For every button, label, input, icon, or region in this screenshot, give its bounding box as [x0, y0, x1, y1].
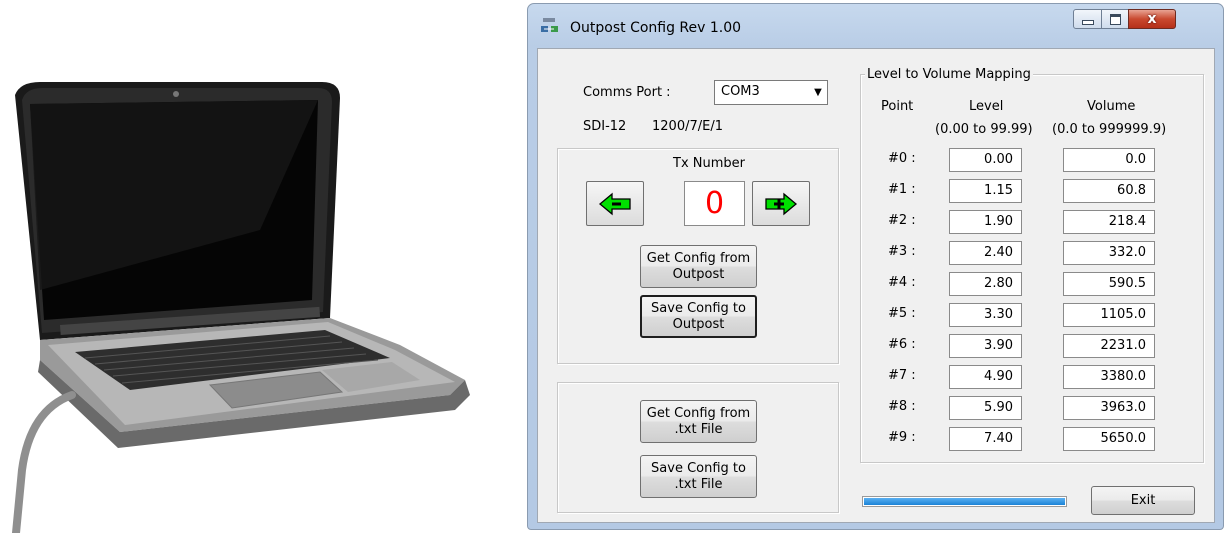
point-label: #6 :	[888, 337, 916, 352]
point-label: #4 :	[888, 275, 916, 290]
arrow-left-minus-icon	[598, 192, 631, 215]
sdi-label: SDI-12	[583, 119, 627, 134]
sdi-settings: 1200/7/E/1	[652, 119, 723, 134]
level-input[interactable]: 5.90	[949, 396, 1022, 420]
level-input[interactable]: 2.40	[949, 241, 1022, 265]
comms-port-label: Comms Port :	[583, 85, 671, 100]
maximize-icon	[1109, 13, 1121, 25]
get-config-file-button[interactable]: Get Config from .txt File	[640, 400, 757, 443]
next-tx-button[interactable]	[752, 181, 810, 226]
level-input[interactable]: 1.15	[949, 179, 1022, 203]
tx-number-display: 0	[684, 181, 745, 226]
laptop-illustration	[0, 0, 500, 533]
save-config-file-label: Save Config to .txt File	[651, 460, 746, 492]
save-config-file-button[interactable]: Save Config to .txt File	[640, 455, 757, 498]
comms-port-value: COM3	[721, 84, 760, 99]
tx-number-label: Tx Number	[673, 156, 745, 171]
save-config-outpost-label: Save Config to Outpost	[651, 300, 746, 332]
point-label: #9 :	[888, 430, 916, 445]
point-label: #5 :	[888, 306, 916, 321]
volume-input[interactable]: 3380.0	[1063, 365, 1155, 389]
close-button[interactable]: x	[1128, 9, 1176, 29]
level-input[interactable]: 3.90	[949, 334, 1022, 358]
point-label: #1 :	[888, 182, 916, 197]
volume-input[interactable]: 3963.0	[1063, 396, 1155, 420]
volume-input[interactable]: 2231.0	[1063, 334, 1155, 358]
exit-button[interactable]: Exit	[1091, 486, 1195, 515]
volume-input[interactable]: 0.0	[1063, 148, 1155, 172]
outpost-config-window: Outpost Config Rev 1.00 x Comms Port : C…	[527, 3, 1224, 530]
chevron-down-icon[interactable]: ▼	[811, 84, 825, 101]
mapping-group-title: Level to Volume Mapping	[865, 67, 1033, 82]
level-input[interactable]: 3.30	[949, 303, 1022, 327]
window-title: Outpost Config Rev 1.00	[570, 20, 742, 36]
get-config-outpost-label: Get Config from Outpost	[646, 250, 751, 282]
save-config-outpost-button[interactable]: Save Config to Outpost	[640, 295, 757, 338]
minimize-icon	[1081, 19, 1094, 25]
volume-input[interactable]: 60.8	[1063, 179, 1155, 203]
comms-port-select[interactable]: COM3 ▼	[714, 80, 828, 105]
col-point-header: Point	[881, 99, 914, 114]
exit-label: Exit	[1130, 493, 1156, 508]
arrow-right-plus-icon	[765, 192, 798, 215]
point-label: #8 :	[888, 399, 916, 414]
close-icon: x	[1147, 11, 1157, 27]
progress-fill	[864, 498, 1065, 505]
outpost-app-icon	[540, 17, 560, 35]
col-volume-range: (0.0 to 999999.9)	[1052, 122, 1167, 137]
level-input[interactable]: 7.40	[949, 427, 1022, 451]
dialog-client-area: Comms Port : COM3 ▼ SDI-12 1200/7/E/1 Tx…	[537, 48, 1215, 523]
volume-input[interactable]: 218.4	[1063, 210, 1155, 234]
volume-input[interactable]: 332.0	[1063, 241, 1155, 265]
minimize-button[interactable]	[1073, 9, 1102, 29]
progress-bar	[862, 496, 1067, 507]
get-config-outpost-button[interactable]: Get Config from Outpost	[640, 245, 757, 288]
level-input[interactable]: 2.80	[949, 272, 1022, 296]
volume-input[interactable]: 5650.0	[1063, 427, 1155, 451]
level-input[interactable]: 0.00	[949, 148, 1022, 172]
point-label: #7 :	[888, 368, 916, 383]
col-level-header: Level	[969, 99, 1004, 114]
point-label: #0 :	[888, 151, 916, 166]
point-label: #2 :	[888, 213, 916, 228]
maximize-button[interactable]	[1101, 9, 1129, 29]
col-volume-header: Volume	[1087, 99, 1136, 114]
get-config-file-label: Get Config from .txt File	[646, 405, 751, 437]
col-level-range: (0.00 to 99.99)	[935, 122, 1033, 137]
level-input[interactable]: 4.90	[949, 365, 1022, 389]
volume-input[interactable]: 1105.0	[1063, 303, 1155, 327]
point-label: #3 :	[888, 244, 916, 259]
level-input[interactable]: 1.90	[949, 210, 1022, 234]
prev-tx-button[interactable]	[586, 181, 644, 226]
volume-input[interactable]: 590.5	[1063, 272, 1155, 296]
title-bar[interactable]: Outpost Config Rev 1.00 x	[528, 4, 1223, 48]
